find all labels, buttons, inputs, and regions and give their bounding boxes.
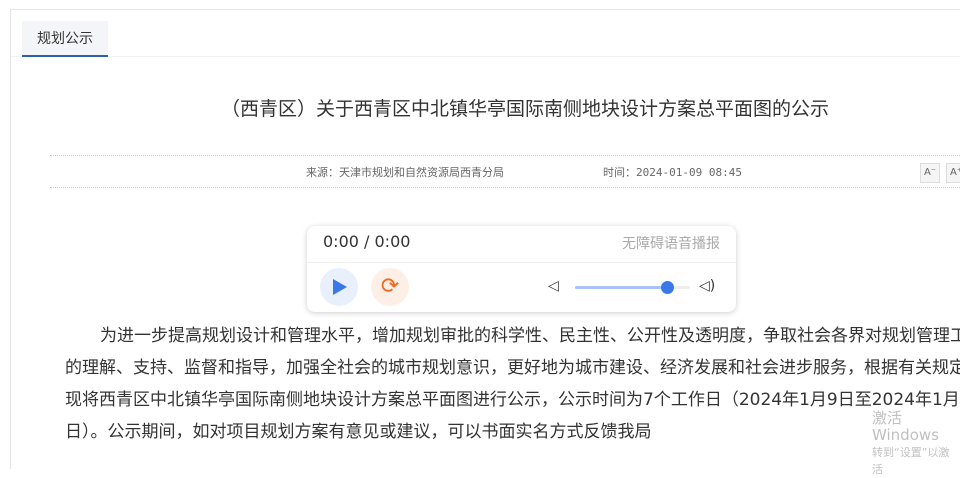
volume-high-icon[interactable]: ◁)	[699, 278, 715, 294]
windows-activation-watermark: 激活 Windows 转到“设置”以激活	[872, 410, 960, 478]
watermark-line1: 激活 Windows	[872, 409, 939, 444]
tab-bar	[11, 10, 960, 57]
volume-fill	[575, 286, 667, 289]
volume-slider[interactable]	[575, 281, 690, 294]
audio-player: 0:00 / 0:00 无障碍语音播报 ⟳ ◁ ◁)	[307, 226, 736, 312]
player-label: 无障碍语音播报	[622, 236, 720, 252]
tab-planning-notice[interactable]: 规划公示	[22, 21, 108, 57]
article-source: 来源：天津市规划和自然资源局西青分局	[306, 166, 504, 179]
divider	[50, 187, 960, 188]
divider	[50, 155, 960, 156]
player-time: 0:00 / 0:00	[323, 232, 411, 251]
refresh-icon: ⟳	[380, 274, 400, 299]
replay-button[interactable]: ⟳	[371, 268, 409, 306]
article-title: （西青区）关于西青区中北镇华亭国际南侧地块设计方案总平面图的公示	[220, 98, 829, 120]
volume-low-icon[interactable]: ◁	[548, 278, 559, 294]
volume-handle[interactable]	[661, 281, 674, 294]
play-button[interactable]	[320, 268, 358, 306]
font-decrease-button[interactable]: A⁻	[920, 163, 940, 183]
watermark-line2: 转到“设置”以激活	[872, 446, 950, 476]
font-increase-button[interactable]: A⁺	[946, 163, 960, 183]
divider	[307, 262, 736, 263]
article-time: 时间：2024-01-09 08:45	[603, 166, 742, 179]
article-body: 为进一步提高规划设计和管理水平，增加规划审批的科学性、民主性、公开性及透明度，争…	[65, 326, 960, 442]
